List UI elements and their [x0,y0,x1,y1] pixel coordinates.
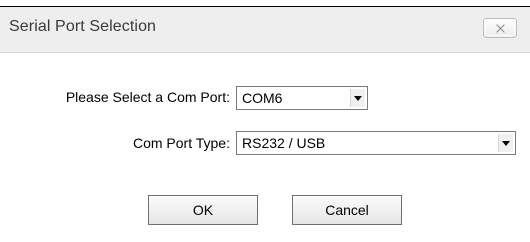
ok-button[interactable]: OK [148,195,258,225]
close-icon [495,23,506,34]
com-port-type-select[interactable]: RS232 / USB [236,131,516,155]
com-port-label: Please Select a Com Port: [65,89,230,105]
window-top-edge [0,0,530,7]
com-port-selected-value: COM6 [242,90,283,106]
com-port-type-dropdown-button[interactable] [498,134,513,152]
close-button[interactable] [483,18,517,38]
title-bar[interactable]: Serial Port Selection [0,7,530,53]
com-port-type-label: Com Port Type: [132,135,230,151]
com-port-dropdown-button[interactable] [350,89,365,107]
com-port-select[interactable]: COM6 [236,86,368,110]
window-title: Serial Port Selection [9,18,157,35]
chevron-down-icon [354,96,362,101]
chevron-down-icon [502,141,510,146]
serial-port-selection-dialog: Serial Port Selection Please Select a Co… [0,0,530,242]
cancel-button[interactable]: Cancel [292,195,402,225]
com-port-type-selected-value: RS232 / USB [242,135,326,151]
